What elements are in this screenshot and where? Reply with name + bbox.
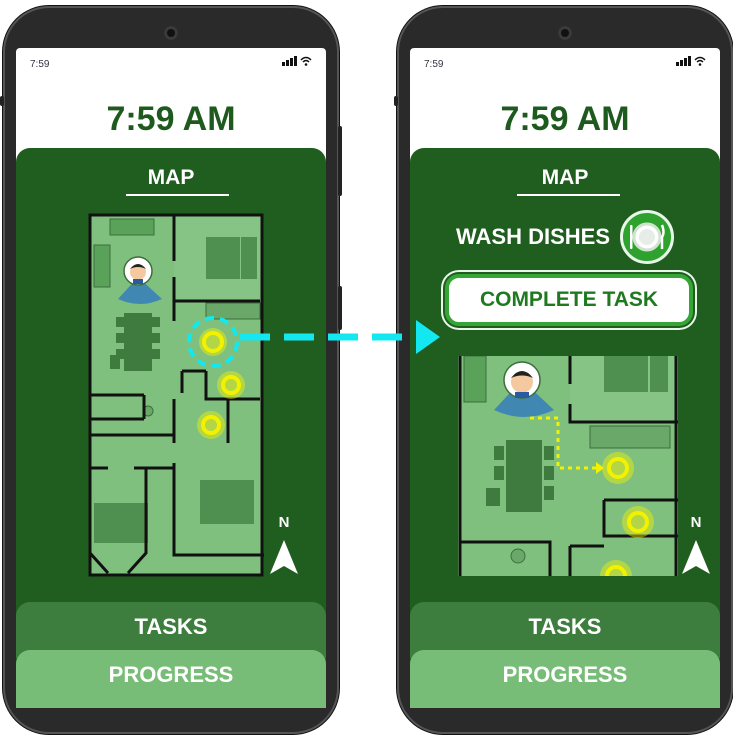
- task-marker-icon[interactable]: [622, 506, 654, 538]
- floor-plan[interactable]: [88, 213, 264, 577]
- camera-icon: [164, 26, 178, 40]
- side-button: [0, 96, 4, 106]
- phone-right: 7:59 7:59 AM MAP WASH DISHES COMPLETE TA…: [394, 6, 733, 734]
- complete-task-button[interactable]: COMPLETE TASK: [445, 274, 693, 326]
- side-button: [338, 126, 342, 196]
- current-task: WASH DISHES: [410, 210, 720, 264]
- screen: 7:59 7:59 AM MAP N TASKS PROGRESS: [16, 48, 326, 708]
- compass-arrow-icon: [270, 540, 298, 574]
- tab-progress[interactable]: PROGRESS: [16, 650, 326, 708]
- map-title-underline: [126, 194, 229, 196]
- map-title: MAP: [147, 166, 195, 189]
- task-marker-icon[interactable]: [197, 411, 225, 439]
- compass-arrow-icon: [682, 540, 710, 574]
- phone-left: 7:59 7:59 AM MAP N TASKS PROGRESS: [0, 6, 342, 734]
- screen: 7:59 7:59 AM MAP WASH DISHES COMPLETE TA…: [410, 48, 720, 708]
- task-marker-icon[interactable]: [217, 371, 245, 399]
- task-marker-icon[interactable]: [602, 452, 634, 484]
- status-time: 7:59: [424, 59, 444, 70]
- wifi-icon: [300, 56, 312, 66]
- compass-label: N: [278, 514, 290, 531]
- status-icons: [282, 56, 312, 66]
- clock: 7:59 AM: [106, 100, 236, 138]
- side-button: [394, 96, 398, 106]
- signal-icon: [676, 56, 691, 66]
- map-title: MAP: [541, 166, 589, 189]
- clock: 7:59 AM: [500, 100, 630, 138]
- task-name: WASH DISHES: [455, 224, 611, 249]
- status-icons: [676, 56, 706, 66]
- signal-icon: [282, 56, 297, 66]
- tab-progress[interactable]: PROGRESS: [410, 650, 720, 708]
- status-time: 7:59: [30, 59, 50, 70]
- floor-plan-zoomed[interactable]: [458, 356, 678, 576]
- plate-icon: [620, 210, 675, 264]
- wifi-icon: [694, 56, 706, 66]
- compass-label: N: [690, 514, 702, 531]
- map-title-underline: [517, 194, 620, 196]
- side-button: [338, 286, 342, 330]
- camera-icon: [558, 26, 572, 40]
